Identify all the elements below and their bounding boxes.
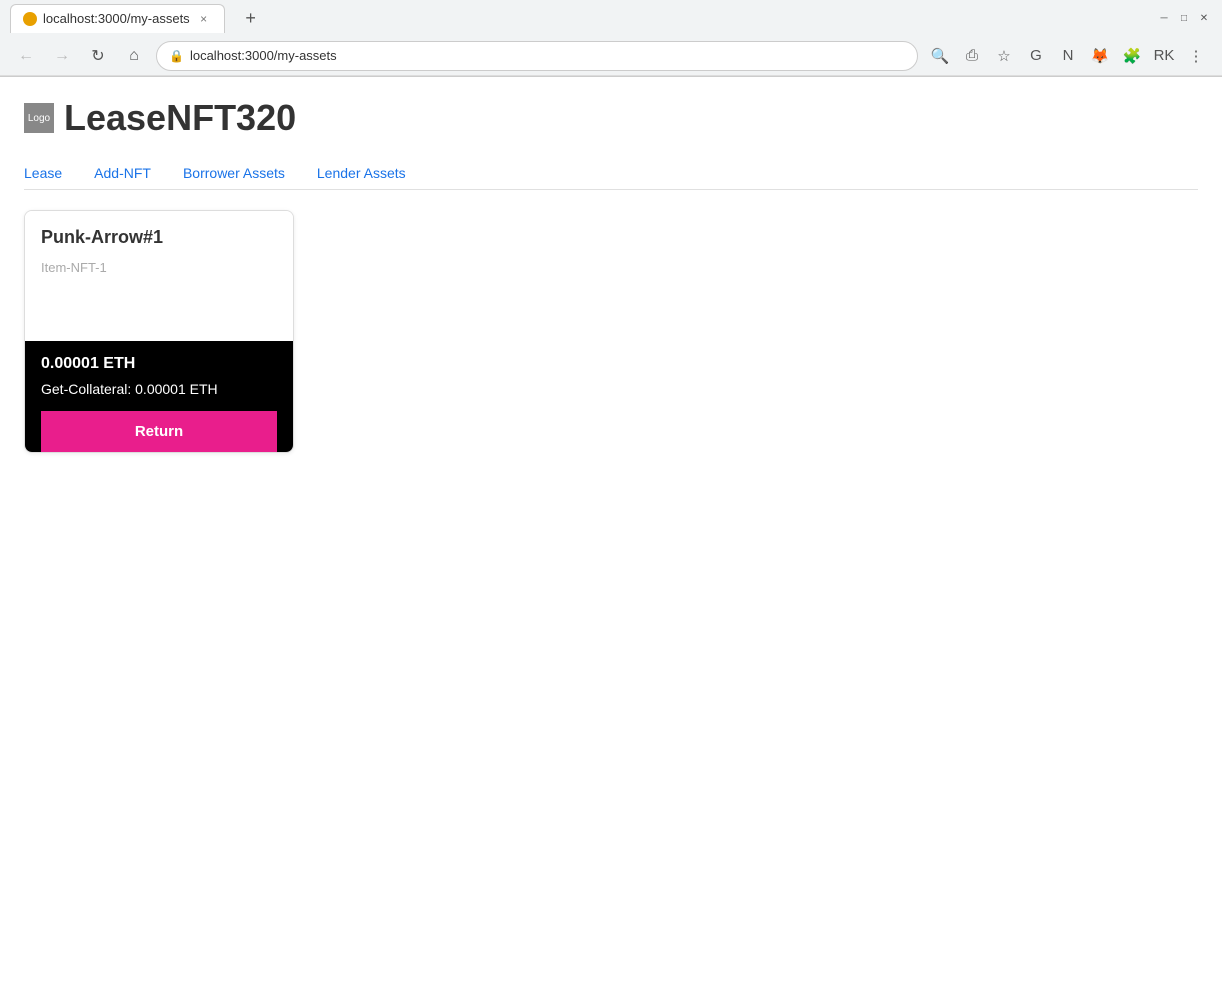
nav-add-nft[interactable]: Add-NFT xyxy=(78,157,167,189)
minimize-button[interactable]: ─ xyxy=(1156,10,1172,26)
browser-tab[interactable]: localhost:3000/my-assets × xyxy=(10,4,225,33)
app-logo: Logo xyxy=(24,103,54,133)
title-bar: localhost:3000/my-assets × + ─ □ ✕ xyxy=(0,0,1222,36)
nft-card: Punk-Arrow#1 Item-NFT-1 0.00001 ETH Get-… xyxy=(24,210,294,453)
page-content: Logo LeaseNFT320 Lease Add-NFT Borrower … xyxy=(0,77,1222,955)
rk-ext-icon[interactable]: RK xyxy=(1150,42,1178,70)
nft-price: 0.00001 ETH xyxy=(41,355,277,373)
tab-favicon xyxy=(23,12,37,26)
return-button[interactable]: Return xyxy=(41,411,277,452)
nav-borrower-assets[interactable]: Borrower Assets xyxy=(167,157,301,189)
notion-ext-icon[interactable]: N xyxy=(1054,42,1082,70)
toolbar-icons: 🔍 ⎙ ☆ G N 🦊 🧩 RK ⋮ xyxy=(926,42,1210,70)
nft-collateral: Get-Collateral: 0.00001 ETH xyxy=(41,381,277,397)
nft-title: Punk-Arrow#1 xyxy=(41,227,277,248)
tab-title: localhost:3000/my-assets xyxy=(43,11,190,26)
back-button[interactable]: ← xyxy=(12,42,40,70)
close-window-button[interactable]: ✕ xyxy=(1196,10,1212,26)
browser-chrome: localhost:3000/my-assets × + ─ □ ✕ ← → ↻… xyxy=(0,0,1222,77)
nft-grid: Punk-Arrow#1 Item-NFT-1 0.00001 ETH Get-… xyxy=(0,190,1222,473)
address-bar: ← → ↻ ⌂ 🔒 localhost:3000/my-assets 🔍 ⎙ ☆… xyxy=(0,36,1222,76)
fox-ext-icon[interactable]: 🦊 xyxy=(1086,42,1114,70)
nft-card-bottom: 0.00001 ETH Get-Collateral: 0.00001 ETH … xyxy=(25,341,293,452)
lock-icon: 🔒 xyxy=(169,49,184,63)
new-tab-button[interactable]: + xyxy=(237,4,265,32)
nav-lender-assets[interactable]: Lender Assets xyxy=(301,157,422,189)
app-header: Logo LeaseNFT320 Lease Add-NFT Borrower … xyxy=(0,77,1222,190)
window-controls: ─ □ ✕ xyxy=(1156,10,1212,26)
app-nav: Lease Add-NFT Borrower Assets Lender Ass… xyxy=(24,147,1198,190)
app-logo-area: Logo LeaseNFT320 xyxy=(24,97,1198,139)
bookmark-button[interactable]: ☆ xyxy=(990,42,1018,70)
app-title: LeaseNFT320 xyxy=(64,97,296,139)
nav-lease[interactable]: Lease xyxy=(24,157,78,189)
google-ext-icon[interactable]: G xyxy=(1022,42,1050,70)
nft-subtitle: Item-NFT-1 xyxy=(41,260,277,275)
forward-button[interactable]: → xyxy=(48,42,76,70)
home-button[interactable]: ⌂ xyxy=(120,42,148,70)
url-text: localhost:3000/my-assets xyxy=(190,48,337,63)
share-button[interactable]: ⎙ xyxy=(958,42,986,70)
maximize-button[interactable]: □ xyxy=(1176,10,1192,26)
url-input[interactable]: 🔒 localhost:3000/my-assets xyxy=(156,41,918,71)
menu-button[interactable]: ⋮ xyxy=(1182,42,1210,70)
puzzle-ext-icon[interactable]: 🧩 xyxy=(1118,42,1146,70)
zoom-button[interactable]: 🔍 xyxy=(926,42,954,70)
refresh-button[interactable]: ↻ xyxy=(84,42,112,70)
nft-card-top: Punk-Arrow#1 Item-NFT-1 xyxy=(25,211,293,341)
tab-close-button[interactable]: × xyxy=(196,11,212,27)
